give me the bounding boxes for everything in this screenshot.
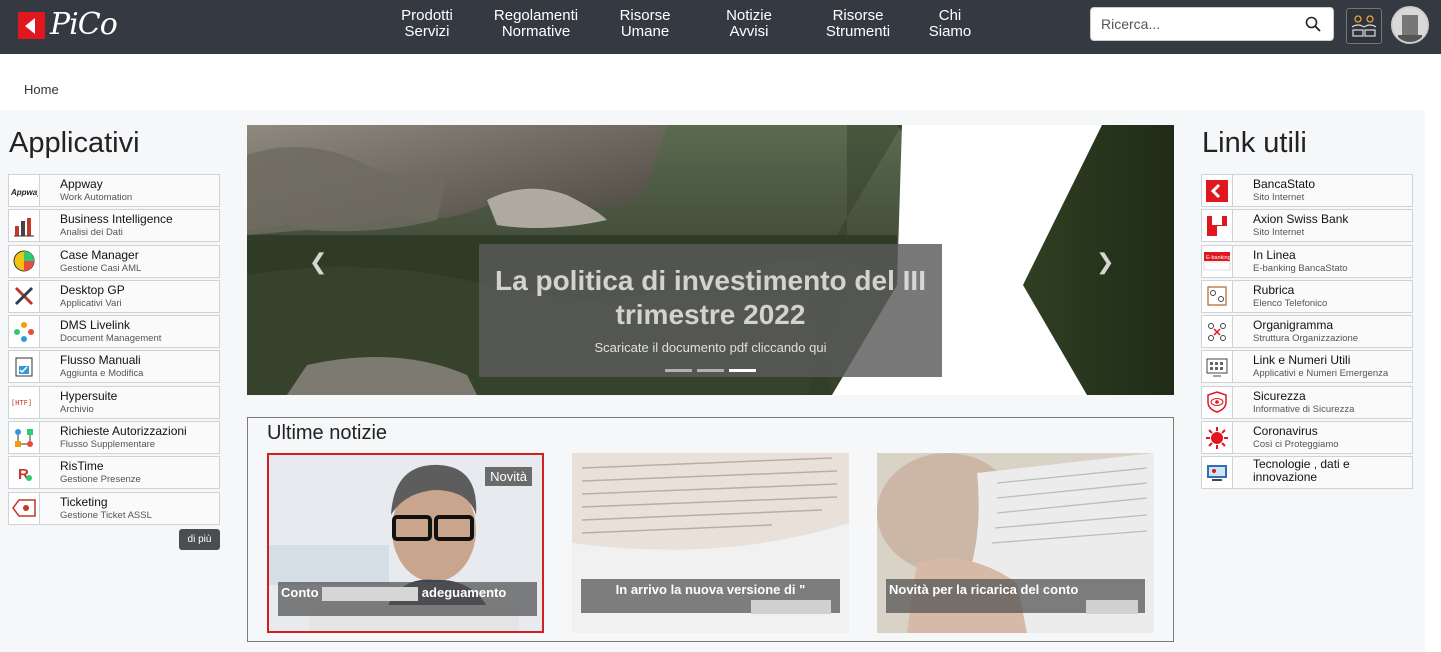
hero-carousel[interactable]: ❮ ❯ La politica di investimento del III … <box>247 125 1174 395</box>
tech-icon <box>1202 457 1233 489</box>
nav-regolamenti-normative[interactable]: Regolamenti Normative <box>477 6 595 46</box>
breadcrumb: Home <box>24 82 59 97</box>
nav-chi-siamo[interactable]: Chi Siamo <box>920 6 980 46</box>
carousel-subtitle[interactable]: Scaricate il documento pdf cliccando qui <box>479 340 942 355</box>
app-item-appway[interactable]: Appway AppwayWork Automation <box>8 174 220 207</box>
redacted-block <box>322 586 419 601</box>
app-item-desktop-gp[interactable]: Desktop GP Applicativi Vari <box>8 279 220 313</box>
shield-eye-icon <box>1202 386 1233 418</box>
news-caption-1: Conto adeguamento <box>278 582 537 616</box>
link-item-organigramma[interactable]: Organigramma Struttura Organizzazione <box>1201 315 1413 349</box>
carousel-indicators <box>665 369 756 372</box>
carousel-caption[interactable]: La politica di investimento del III trim… <box>479 244 942 377</box>
top-navigation-bar: PiCo Prodotti Servizi Regolamenti Normativ… <box>0 0 1441 54</box>
main-nav: Prodotti Servizi Regolamenti Normative Ris… <box>383 6 980 46</box>
ticket-icon <box>9 492 40 524</box>
bancastato-logo-icon <box>1202 175 1233 206</box>
news-caption-2: In arrivo la nuova versione di " <box>581 579 840 614</box>
carousel-next-arrow-icon[interactable]: ❯ <box>1096 249 1114 275</box>
news-card-2[interactable]: In arrivo la nuova versione di " <box>572 453 849 633</box>
app-item-dms-livelink[interactable]: DMS Livelink Document Management <box>8 315 220 349</box>
chart-icon <box>9 210 40 242</box>
pico-logo[interactable]: PiCo <box>18 7 118 42</box>
nav-notizie-avvisi[interactable]: Notizie Avvisi <box>703 6 795 46</box>
more-applications-button[interactable]: di più <box>179 529 220 550</box>
org-chart-icon <box>1202 316 1233 348</box>
latest-news-section: Ultime notizie Novità Conto adeguamento <box>247 417 1174 642</box>
news-badge-novita: Novità <box>485 467 532 486</box>
news-card-3[interactable]: Novità per la ricarica del conto <box>877 453 1154 633</box>
joomla-icon <box>9 316 40 348</box>
virus-icon <box>1202 422 1233 454</box>
html-icon: [HTF] <box>9 386 40 418</box>
news-title: Ultime notizie <box>267 422 388 444</box>
search-box <box>1090 7 1334 41</box>
pie-icon <box>9 245 40 277</box>
redacted-block <box>1086 599 1138 614</box>
link-item-axion-swiss-bank[interactable]: Axion Swiss Bank Sito Internet <box>1201 209 1413 243</box>
link-item-tecnologie[interactable]: Tecnologie , dati e innovazione <box>1201 456 1413 490</box>
carousel-title: La politica di investimento del III trim… <box>495 265 926 330</box>
nav-risorse-strumenti[interactable]: Risorse Strumenti <box>812 6 904 46</box>
link-item-rubrica[interactable]: Rubrica Elenco Telefonico <box>1201 279 1413 313</box>
axion-logo-icon <box>1202 210 1233 242</box>
carousel-indicator-2[interactable] <box>697 369 724 372</box>
nav-risorse-umane[interactable]: Risorse Umane <box>605 6 685 46</box>
link-item-coronavirus[interactable]: Coronavirus Così ci Proteggiamo <box>1201 421 1413 455</box>
carousel-indicator-1[interactable] <box>665 369 692 372</box>
link-item-in-linea[interactable]: E-banking In Linea E-banking BancaStato <box>1201 244 1413 278</box>
carousel-prev-arrow-icon[interactable]: ❮ <box>309 249 327 275</box>
link-utili-list: BancaStato Sito Internet Axion Swiss Bank… <box>1201 174 1413 492</box>
svg-text:Appway: Appway <box>10 188 38 197</box>
news-card-1[interactable]: Novità Conto adeguamento <box>267 453 544 633</box>
link-item-sicurezza[interactable]: Sicurezza Informative di Sicurezza <box>1201 385 1413 419</box>
app-item-ristime[interactable]: R RisTime Gestione Presenze <box>8 456 220 490</box>
logo-text: PiCo <box>50 7 118 42</box>
app-item-hypersuite[interactable]: [HTF] Hypersuite Archivio <box>8 385 220 419</box>
user-avatar[interactable] <box>1391 6 1429 44</box>
applicativi-title: Applicativi <box>9 127 140 159</box>
nav-prodotti-servizi[interactable]: Prodotti Servizi <box>383 6 471 46</box>
search-icon[interactable] <box>1305 16 1321 32</box>
checklist-icon <box>9 351 40 383</box>
svg-text:E-banking: E-banking <box>1206 255 1231 261</box>
news-caption-3: Novità per la ricarica del conto <box>886 579 1145 614</box>
link-utili-title: Link utili <box>1202 127 1307 159</box>
redacted-block <box>751 599 831 614</box>
workflow-icon <box>9 422 40 454</box>
app-item-ticketing[interactable]: Ticketing Gestione Ticket ASSL <box>8 491 220 525</box>
app-item-richieste-autorizzazioni[interactable]: Richieste Autorizzazioni Flusso Supplemen… <box>8 421 220 455</box>
link-item-bancastato[interactable]: BancaStato Sito Internet <box>1201 174 1413 207</box>
app-item-case-manager[interactable]: Case Manager Gestione Casi AML <box>8 244 220 278</box>
svg-text:[HTF]: [HTF] <box>11 399 32 407</box>
people-icon[interactable] <box>1346 8 1382 44</box>
carousel-indicator-3[interactable] <box>729 369 756 372</box>
ristime-icon: R <box>9 457 40 489</box>
app-item-business-intelligence[interactable]: Business Intelligence Analisi dei Dati <box>8 209 220 243</box>
app-item-flusso-manuali[interactable]: Flusso Manuali Aggiunta e Modifica <box>8 350 220 384</box>
keypad-icon <box>1202 351 1233 383</box>
appway-logo-icon: Appway <box>9 175 40 206</box>
ebanking-icon: E-banking <box>1202 245 1233 277</box>
link-item-link-numeri-utili[interactable]: Link e Numeri Utili Applicativi e Numeri … <box>1201 350 1413 384</box>
phonebook-icon <box>1202 280 1233 312</box>
search-input[interactable] <box>1091 8 1291 40</box>
logo-mark-icon <box>18 11 45 39</box>
tools-icon <box>9 280 40 312</box>
applicativi-list: Appway AppwayWork Automation Business In… <box>8 174 220 527</box>
breadcrumb-home[interactable]: Home <box>24 82 59 97</box>
